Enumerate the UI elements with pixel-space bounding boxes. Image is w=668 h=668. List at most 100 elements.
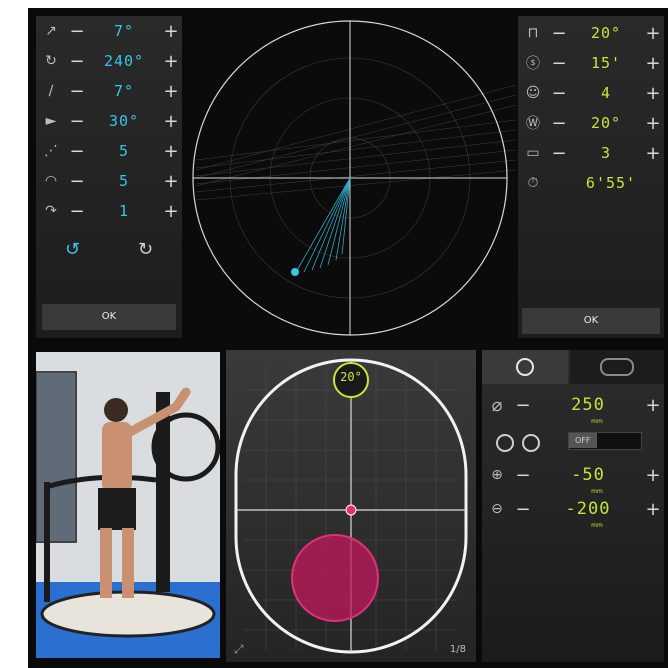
param-value: 20° xyxy=(590,114,622,132)
seconds-icon: ⓢ xyxy=(526,56,540,72)
left-ok-button[interactable]: OK xyxy=(42,304,176,330)
angle-icon: ↗ xyxy=(45,23,57,39)
increment-button[interactable]: + xyxy=(642,83,664,104)
decrement-button[interactable]: − xyxy=(66,171,88,192)
param-value: 1 xyxy=(118,202,130,220)
head-icon: ☺ xyxy=(525,85,541,101)
increment-button[interactable]: + xyxy=(160,141,182,162)
toggle-label: OFF xyxy=(569,433,597,448)
settings-panel: ⌀ − 250 + mm OFF ⊕ − -50 + mm ⊖ − -200 +… xyxy=(482,350,664,662)
tilt-icon: ∕ xyxy=(48,83,54,99)
increment-button[interactable]: + xyxy=(160,81,182,102)
decrement-button[interactable]: − xyxy=(66,201,88,222)
decrement-button[interactable]: − xyxy=(66,141,88,162)
param-value: 20° xyxy=(590,24,622,42)
tab-oval[interactable] xyxy=(570,350,664,384)
y-offset-unit: mm xyxy=(591,522,603,529)
param-value: 5 xyxy=(118,172,130,190)
x-offset-icon: ⊕ xyxy=(491,467,503,483)
timer-value: 6'55' xyxy=(585,174,637,192)
param-value: 4 xyxy=(600,84,612,102)
timer-icon: ⏱ xyxy=(527,175,539,191)
increment-button[interactable]: + xyxy=(642,23,664,44)
speed-icon: ◠ xyxy=(44,173,58,189)
counterclockwise-icon[interactable]: ↺ xyxy=(65,239,80,260)
diameter-icon: ⌀ xyxy=(491,394,503,416)
increment-button[interactable]: + xyxy=(160,171,182,192)
param-row-6: ◠ − 5 + xyxy=(36,166,182,196)
y-offset-icon: ⊖ xyxy=(491,501,503,517)
param-value: 7° xyxy=(113,22,135,40)
decrement-button[interactable]: − xyxy=(66,51,88,72)
right-row-5: ▭ − 3 + xyxy=(518,138,664,168)
direction-controls: ↺ ↻ xyxy=(36,234,182,264)
left-parameter-panel: ↗ − 7° + ↻ − 240° + ∕ − 7° + ► − 30° + ⋰… xyxy=(36,16,182,338)
right-ok-button[interactable]: OK xyxy=(522,308,660,334)
param-row-5: ⋰ − 5 + xyxy=(36,136,182,166)
decrement-button[interactable]: − xyxy=(548,143,570,164)
decrement-button[interactable]: − xyxy=(548,53,570,74)
photo-person-head xyxy=(104,398,128,422)
param-value: 3 xyxy=(600,144,612,162)
angle-indicator-label: 20° xyxy=(340,370,362,384)
clockwise-icon[interactable]: ↻ xyxy=(138,239,153,260)
battery-icon: ▭ xyxy=(526,145,540,161)
increment-button[interactable]: + xyxy=(160,51,182,72)
oval-icon xyxy=(600,358,634,376)
pattern-radar xyxy=(186,10,516,350)
right-row-2: ⓢ − 15' + xyxy=(518,48,664,78)
right-row-3: ☺ − 4 + xyxy=(518,78,664,108)
page-indicator: 1/8 xyxy=(449,644,466,655)
trajectory-marker[interactable] xyxy=(291,268,299,276)
fullscreen-icon[interactable]: ⤢ xyxy=(234,642,244,657)
target-zone[interactable] xyxy=(291,534,379,622)
increment-button[interactable]: + xyxy=(160,111,182,132)
increment-button[interactable]: + xyxy=(642,53,664,74)
sweep-icon: ⋰ xyxy=(44,143,58,159)
decrement-button[interactable]: − xyxy=(66,81,88,102)
photo-rail-left xyxy=(44,482,50,602)
right-row-1: ⊓ − 20° + xyxy=(518,18,664,48)
photo-person-shorts xyxy=(98,488,136,530)
decrement-button[interactable]: − xyxy=(512,465,534,486)
param-row-4: ► − 30° + xyxy=(36,106,182,136)
increment-button[interactable]: + xyxy=(642,499,664,520)
center-marker[interactable] xyxy=(345,504,357,516)
weight-icon: Ⓦ xyxy=(526,116,540,132)
x-offset-row: ⊕ − -50 + xyxy=(482,458,664,492)
decrement-button[interactable]: − xyxy=(512,499,534,520)
dual-target-toggle[interactable]: OFF xyxy=(568,432,642,450)
increment-button[interactable]: + xyxy=(160,201,182,222)
circle-icon xyxy=(516,358,534,376)
decrement-button[interactable]: − xyxy=(66,111,88,132)
diameter-row: ⌀ − 250 + xyxy=(482,388,664,422)
decrement-button[interactable]: − xyxy=(548,113,570,134)
param-value: 240° xyxy=(103,52,145,70)
tab-circle[interactable] xyxy=(482,350,568,384)
decrement-button[interactable]: − xyxy=(512,395,534,416)
photo-person-leg-left xyxy=(100,528,112,598)
param-row-3: ∕ − 7° + xyxy=(36,76,182,106)
param-row-2: ↻ − 240° + xyxy=(36,46,182,76)
decrement-button[interactable]: − xyxy=(548,23,570,44)
decrement-button[interactable]: − xyxy=(548,83,570,104)
photo-person-leg-right xyxy=(122,528,134,598)
decrement-button[interactable]: − xyxy=(66,21,88,42)
right-parameter-panel: ⊓ − 20° + ⓢ − 15' + ☺ − 4 + Ⓦ − 20° + ▭ … xyxy=(518,16,664,338)
increment-button[interactable]: + xyxy=(642,143,664,164)
param-row-7: ↷ − 1 + xyxy=(36,196,182,226)
rotation-icon: ↻ xyxy=(45,53,57,69)
repeat-icon: ↷ xyxy=(45,203,57,219)
param-value: 15' xyxy=(590,54,622,72)
param-row-1: ↗ − 7° + xyxy=(36,16,182,46)
x-offset-value: -50 xyxy=(571,465,605,485)
right-row-6: ⏱ 6'55' xyxy=(518,168,664,198)
increment-button[interactable]: + xyxy=(642,465,664,486)
y-offset-row: ⊖ − -200 + xyxy=(482,492,664,526)
increment-button[interactable]: + xyxy=(642,113,664,134)
param-value: 30° xyxy=(108,112,140,130)
increment-button[interactable]: + xyxy=(160,21,182,42)
increment-button[interactable]: + xyxy=(642,395,664,416)
diameter-unit: mm xyxy=(591,418,603,425)
double-circle-icon-second xyxy=(522,434,540,452)
